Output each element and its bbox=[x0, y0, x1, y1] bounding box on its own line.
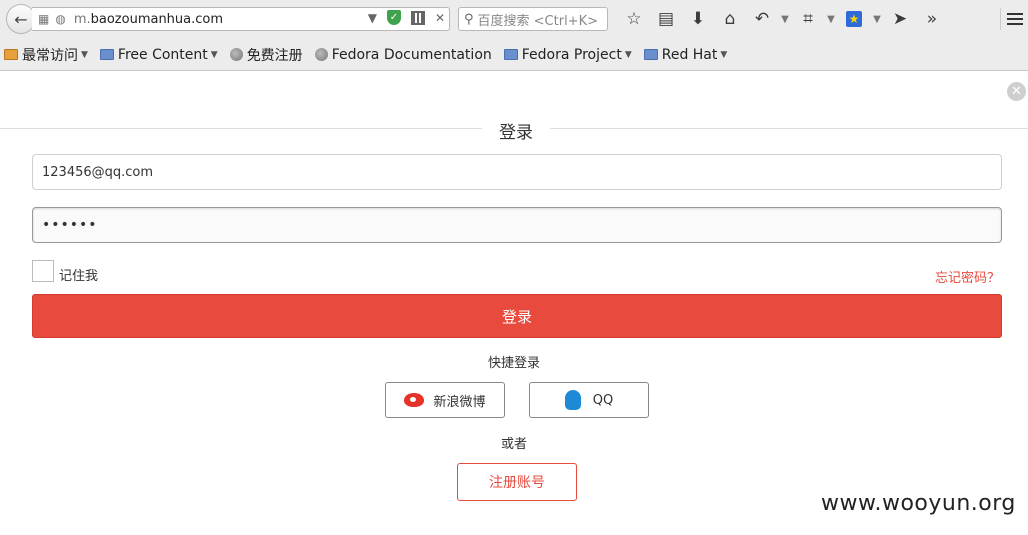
close-icon[interactable]: ✕ bbox=[1007, 82, 1026, 101]
bookmark-free-content[interactable]: Free Content ▼ bbox=[99, 46, 218, 63]
or-separator: 或者 bbox=[500, 437, 527, 452]
folder-icon bbox=[643, 49, 658, 60]
password-field[interactable]: •••••• bbox=[32, 207, 1002, 243]
bookmarks-menu-icon[interactable]: ▤ bbox=[650, 8, 682, 30]
url-text[interactable]: m.baozoumanhua.com bbox=[74, 12, 223, 27]
watermark: www.wooyun.org bbox=[821, 491, 1016, 516]
undo-dropdown-icon[interactable]: ▼ bbox=[778, 8, 792, 30]
chevron-down-icon: ▼ bbox=[81, 49, 88, 60]
url-prefix: m. bbox=[73, 11, 91, 27]
bookmark-red-hat[interactable]: Red Hat ▼ bbox=[643, 46, 728, 63]
folder-icon bbox=[503, 49, 518, 60]
bookmark-most-visited[interactable]: 最常访问 ▼ bbox=[4, 45, 88, 65]
page-identity-icon[interactable]: ▦ bbox=[38, 12, 49, 26]
bookmark-label: Fedora Project bbox=[521, 46, 622, 63]
globe-icon: ◍ bbox=[55, 12, 66, 26]
bookmark-label: Red Hat bbox=[661, 46, 718, 63]
chevron-down-icon: ▼ bbox=[720, 49, 728, 60]
hamburger-menu-icon[interactable] bbox=[1000, 8, 1024, 30]
bookmark-label: Fedora Documentation bbox=[331, 46, 492, 63]
qq-login-button[interactable]: QQ bbox=[529, 382, 649, 418]
forgot-password-link[interactable]: 忘记密码？ bbox=[935, 267, 1000, 286]
bookmark-label: 最常访问 bbox=[22, 47, 78, 64]
navigation-toolbar: ← ▦ ◍ m.baozoumanhua.com ▼ ✓ ✕ ⚲ 百度搜索 <C… bbox=[0, 0, 1028, 38]
bookmark-label: 免费注册 bbox=[246, 47, 303, 64]
bookmark-fedora-docs[interactable]: Fedora Documentation bbox=[314, 46, 492, 63]
password-value: •••••• bbox=[42, 217, 98, 233]
remember-me-label[interactable]: 记住我 bbox=[59, 265, 98, 284]
url-history-dropdown-icon[interactable]: ▼ bbox=[368, 11, 377, 25]
qq-penguin-icon bbox=[564, 390, 581, 410]
send-icon[interactable]: ➤ bbox=[884, 8, 916, 30]
home-icon[interactable]: ⌂ bbox=[714, 8, 746, 30]
email-field[interactable]: 123456@qq.com bbox=[32, 154, 1002, 190]
browser-chrome: ← ▦ ◍ m.baozoumanhua.com ▼ ✓ ✕ ⚲ 百度搜索 <C… bbox=[0, 0, 1028, 71]
smart-folder-icon bbox=[4, 49, 18, 60]
extension-star-icon[interactable]: ★ bbox=[838, 8, 870, 30]
weibo-login-button[interactable]: 新浪微博 bbox=[385, 382, 505, 418]
chevron-down-icon: ▼ bbox=[210, 49, 218, 60]
globe-icon bbox=[229, 48, 243, 61]
quick-login-label: 快捷登录 bbox=[487, 356, 540, 371]
remember-me-checkbox[interactable] bbox=[32, 260, 54, 282]
globe-icon bbox=[314, 48, 328, 61]
urlbar-actions: ▼ ✓ ✕ bbox=[368, 10, 445, 25]
undo-icon[interactable]: ↶ bbox=[746, 8, 778, 30]
crop-dropdown-icon[interactable]: ▼ bbox=[824, 8, 838, 30]
bookmark-free-register[interactable]: 免费注册 bbox=[229, 45, 303, 65]
register-button[interactable]: 注册账号 bbox=[457, 463, 577, 501]
bookmark-label: Free Content bbox=[117, 46, 208, 63]
downloads-icon[interactable]: ⬇ bbox=[682, 8, 714, 30]
page-title: 登录 bbox=[482, 118, 550, 143]
extension-dropdown-icon[interactable]: ▼ bbox=[870, 8, 884, 30]
login-page: ✕ 登录 123456@qq.com •••••• 记住我 忘记密码？ 登录 快… bbox=[0, 71, 1028, 535]
bookmark-star-icon[interactable]: ☆ bbox=[618, 8, 650, 30]
back-arrow-icon: ← bbox=[14, 9, 28, 29]
search-bar[interactable]: ⚲ 百度搜索 <Ctrl+K> bbox=[458, 7, 608, 31]
weibo-icon bbox=[404, 393, 425, 407]
bookmark-fedora-project[interactable]: Fedora Project ▼ bbox=[503, 46, 632, 63]
email-value: 123456@qq.com bbox=[42, 164, 154, 180]
search-icon: ⚲ bbox=[464, 11, 474, 27]
crop-icon[interactable]: ⌗ bbox=[792, 8, 824, 30]
bookmarks-toolbar: 最常访问 ▼ Free Content ▼ 免费注册 Fedora Document… bbox=[0, 38, 1028, 71]
weibo-label: 新浪微博 bbox=[433, 394, 486, 410]
qr-code-icon[interactable] bbox=[410, 10, 425, 25]
login-button[interactable]: 登录 bbox=[32, 294, 1002, 338]
chevron-down-icon: ▼ bbox=[624, 49, 632, 60]
address-bar[interactable]: ▦ ◍ m.baozoumanhua.com ▼ ✓ ✕ bbox=[32, 7, 450, 31]
stop-icon[interactable]: ✕ bbox=[435, 11, 445, 25]
overflow-chevron-icon[interactable]: » bbox=[916, 8, 948, 30]
toolbar-icons: ☆ ▤ ⬇ ⌂ ↶ ▼ ⌗ ▼ ★ ▼ ➤ » bbox=[618, 8, 948, 30]
url-domain: baozoumanhua.com bbox=[90, 11, 224, 27]
search-placeholder: 百度搜索 <Ctrl+K> bbox=[477, 13, 598, 29]
qq-label: QQ bbox=[592, 392, 614, 408]
shield-extension-icon[interactable]: ✓ bbox=[386, 10, 401, 25]
folder-icon bbox=[99, 49, 114, 60]
